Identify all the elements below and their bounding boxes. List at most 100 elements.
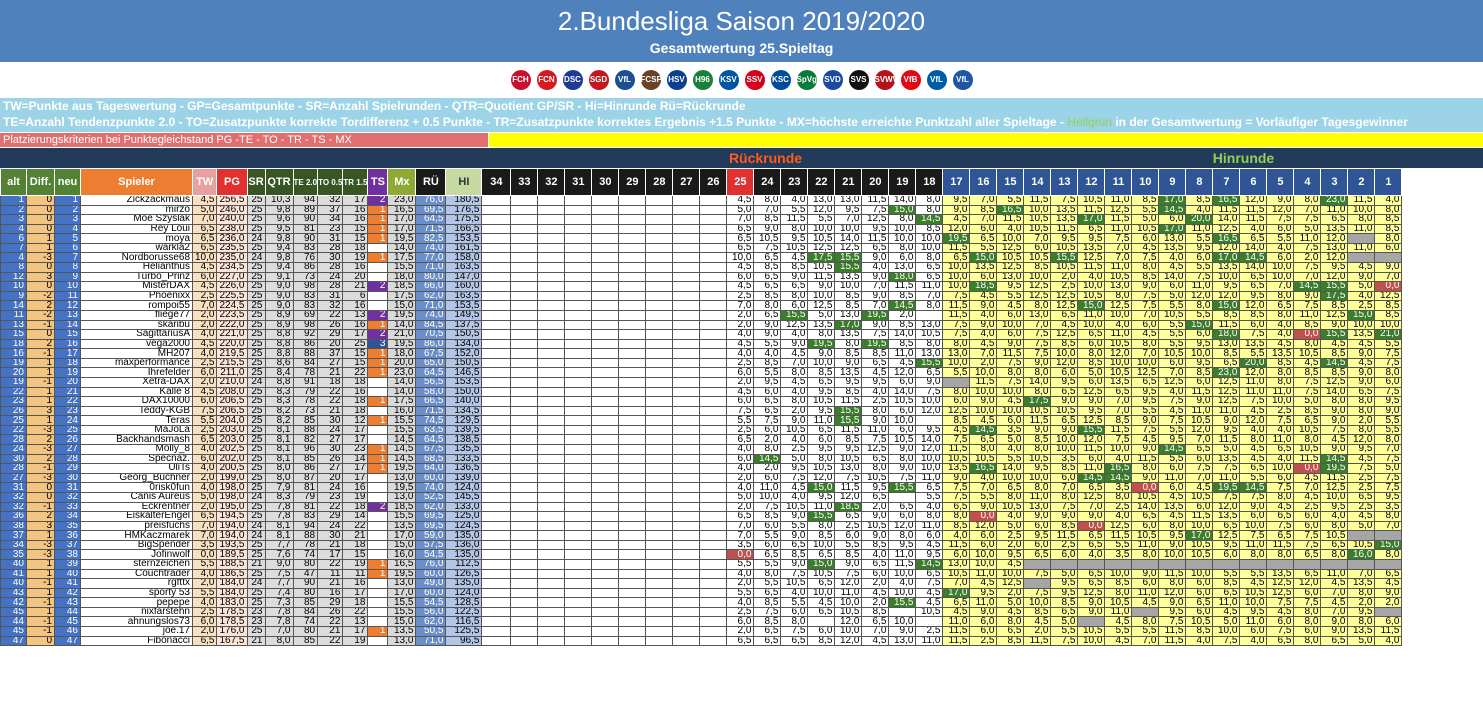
header-ts[interactable]: TS (367, 168, 389, 196)
table-row[interactable]: 2 0 2 mirzo 5,0 246,0 25 9,8 89 37 16 1 16,5 69,5 176,… (0, 204, 1403, 216)
header-tw[interactable]: TW (191, 168, 218, 196)
table-row[interactable]: 9 -2 11 Phoenixx 2,5 225,5 25 9,0 83 31 6 17,5 62,0 1… (0, 290, 1403, 302)
table-row[interactable]: 7 1 6 warkla2 6,5 235,5 25 9,4 83 28 18 14,0 74,0 161… (0, 242, 1403, 254)
cell-te-2-0: 90 (292, 214, 319, 225)
table-row[interactable]: 28 -1 29 UliTs 4,0 200,5 25 8,0 86 27 17 1 19,5 64,0 1… (0, 463, 1403, 474)
header-matchday-7[interactable]: 7 (1212, 168, 1241, 196)
table-row[interactable]: 3 0 3 Moe Szyslak 7,0 240,0 25 9,6 90 34 16 1 17,0 64… (0, 214, 1403, 225)
header-rü[interactable]: RÜ (415, 168, 447, 196)
header-qtr[interactable]: QTR (264, 168, 294, 196)
header-matchday-4[interactable]: 4 (1293, 168, 1322, 196)
header-matchday-6[interactable]: 6 (1239, 168, 1268, 196)
table-row[interactable]: 23 1 22 DAX10000 6,0 206,5 25 8,3 78 22 18 1 17,5 66,… (0, 396, 1403, 407)
table-row[interactable]: 31 0 31 0risk0fun 4,0 198,0 25 7,9 81 24 16 19,5 74,… (0, 482, 1403, 493)
header-matchday-17[interactable]: 17 (942, 168, 971, 196)
header-matchday-20[interactable]: 20 (861, 168, 890, 196)
table-row[interactable]: 20 1 19 Ihrefelder 6,0 211,0 25 8,4 78 21 22 1 23,0 6… (0, 367, 1403, 378)
header-matchday-31[interactable]: 31 (564, 168, 593, 196)
table-row[interactable]: 13 -1 14 skaribu 2,0 222,0 25 8,9 98 26 16 1 14,0 84,… (0, 319, 1403, 331)
header-mx[interactable]: Mx (387, 168, 417, 196)
header-matchday-26[interactable]: 26 (699, 168, 728, 196)
header-diff-[interactable]: Diff. (26, 168, 55, 196)
header-matchday-32[interactable]: 32 (537, 168, 566, 196)
header-matchday-21[interactable]: 21 (834, 168, 863, 196)
table-row[interactable]: 26 3 23 Teddy-KGB 7,5 206,5 25 8,2 73 21 18 16,0 71,… (0, 405, 1403, 417)
table-row[interactable]: 8 0 8 Helianthus 4,5 234,5 25 9,4 86 28 16 15,5 71,0… (0, 262, 1403, 273)
header-to-0-5[interactable]: TO 0.5 (317, 168, 344, 196)
header-matchday-23[interactable]: 23 (780, 168, 809, 196)
header-matchday-25[interactable]: 25 (726, 168, 755, 196)
table-row[interactable]: 41 1 40 Couchtrader 4,0 186,5 25 7,5 47 11 11 1 19,5… (0, 568, 1403, 580)
table-row[interactable]: 11 -2 13 fliege77 2,0 223,5 25 8,9 69 22 13 2 19,5 74… (0, 309, 1403, 321)
table-row[interactable]: 10 0 10 MisterDAX 4,5 226,0 25 9,0 98 28 21 2 18,5 66… (0, 281, 1403, 292)
cell-matchday-1 (1374, 558, 1403, 570)
table-row[interactable]: 38 3 35 preisfuchs 7,0 194,0 24 8,1 94 24 22 13,5 69… (0, 520, 1403, 532)
table-row[interactable]: 19 -1 20 Xetra-DAX 2,0 210,0 24 8,8 91 18 18 14,0 56… (0, 377, 1403, 388)
table-row[interactable]: 18 2 16 vega2000 4,5 220,0 25 8,8 86 20 25 3 19,5 86,… (0, 338, 1403, 350)
header-matchday-18[interactable]: 18 (915, 168, 944, 196)
header-matchday-5[interactable]: 5 (1266, 168, 1295, 196)
table-row[interactable]: 45 1 44 nixfärstehn 2,5 178,5 23 7,8 84 26 22 15,5 5… (0, 606, 1403, 618)
header-matchday-1[interactable]: 1 (1374, 168, 1403, 196)
header-matchday-33[interactable]: 33 (510, 168, 539, 196)
header-matchday-24[interactable]: 24 (753, 168, 782, 196)
header-matchday-2[interactable]: 2 (1347, 168, 1376, 196)
header-matchday-11[interactable]: 11 (1104, 168, 1133, 196)
table-row[interactable]: 43 1 42 sporty 53 5,5 184,0 25 7,4 80 16 17 17,0 60,… (0, 587, 1403, 599)
table-row[interactable]: 42 -1 43 pepepe 4,0 183,0 25 7,3 85 29 18 15,5 54,5 1… (0, 597, 1403, 608)
header-matchday-15[interactable]: 15 (996, 168, 1025, 196)
table-row[interactable]: 1 0 1 Zickzackmaus 4,5 256,5 25 10,3 94 32 17 2 23,0… (0, 195, 1403, 206)
table-row[interactable]: 47 0 47 Fibonacci 6,5 167,5 21 8,0 85 22 19 13,0 71,… (0, 635, 1403, 647)
header-matchday-34[interactable]: 34 (481, 168, 512, 196)
table-row[interactable]: 32 -1 33 Eckrentner 2,0 195,0 25 7,8 81 22 18 2 18,5… (0, 501, 1403, 513)
header-tr-1-5[interactable]: TR 1.5 (342, 168, 369, 196)
table-row[interactable]: 36 2 34 EiskalterEngel 6,5 194,5 25 7,8 83 29 14 15… (0, 511, 1403, 522)
header-matchday-14[interactable]: 14 (1023, 168, 1052, 196)
header-matchday-12[interactable]: 12 (1077, 168, 1106, 196)
table-row[interactable]: 34 -3 37 BigSpender 3,5 193,5 25 7,7 78 21 18 15,0 5… (0, 539, 1403, 551)
header-matchday-28[interactable]: 28 (645, 168, 674, 196)
table-row[interactable]: 32 0 32 Canis Aureus 5,0 198,0 24 8,3 79 23 19 13,0… (0, 491, 1403, 503)
header-matchday-22[interactable]: 22 (807, 168, 836, 196)
table-row[interactable]: 22 -3 25 MaJoLa 2,5 203,0 25 8,1 88 24 17 15,5 63,5 1… (0, 424, 1403, 436)
header-matchday-19[interactable]: 19 (888, 168, 917, 196)
cell-matchday-14: 9,0 (1023, 511, 1052, 522)
table-row[interactable]: 40 -1 41 rgfttx 2,0 184,0 24 7,7 90 21 16 13,0 49,0 1… (0, 578, 1403, 589)
table-row[interactable]: 19 1 18 maxperformance 2,5 215,5 25 8,6 84 27 15 1 2… (0, 357, 1403, 369)
header-matchday-9[interactable]: 9 (1158, 168, 1187, 196)
table-row[interactable]: 27 -3 30 Georg_Büchner 2,0 199,0 25 8,0 87 20 17 13… (0, 472, 1403, 484)
table-row[interactable]: 6 1 5 moya 6,5 236,0 24 9,8 90 31 15 1 19,5 82,5 153,5… (0, 233, 1403, 244)
table-row[interactable]: 4 0 4 Rey Loui 6,5 238,0 25 9,5 81 23 15 1 17,0 71,5 1… (0, 223, 1403, 235)
header-matchday-27[interactable]: 27 (672, 168, 701, 196)
cell-matchday-8: 5,5 (1185, 262, 1214, 273)
header-alt[interactable]: alt (0, 168, 27, 196)
table-row[interactable]: 16 -1 17 MH207 4,0 219,5 25 8,8 88 37 15 1 18,0 67,5 1… (0, 348, 1403, 359)
header-matchday-8[interactable]: 8 (1185, 168, 1214, 196)
table-row[interactable]: 24 -3 27 Molly_8 4,0 202,5 25 8,1 96 30 23 1 14,5 67,… (0, 444, 1403, 455)
table-row[interactable]: 22 1 21 Kalle 8 4,5 208,0 25 8,3 79 22 16 14,0 58,0 1… (0, 386, 1403, 398)
header-matchday-10[interactable]: 10 (1131, 168, 1160, 196)
table-row[interactable]: 15 0 15 SagittariusA 4,0 221,0 25 8,8 92 29 17 2 21,… (0, 329, 1403, 340)
header-sr[interactable]: SR (246, 168, 266, 196)
header-te-2-0[interactable]: TE 2.0 (292, 168, 319, 196)
table-row[interactable]: 14 2 12 rompoi55 7,0 224,5 25 9,0 83 32 16 15,0 71,0… (0, 300, 1403, 311)
table-row[interactable]: 12 3 9 Turbo_Prinz 6,0 227,0 25 9,1 73 24 20 18,0 80… (0, 271, 1403, 283)
table-row[interactable]: 28 2 26 Backhandsmash 6,5 203,0 25 8,1 82 27 17 14,… (0, 434, 1403, 446)
table-row[interactable]: 44 -1 45 ahnungslos73 6,0 178,5 23 7,8 74 22 13 15,… (0, 616, 1403, 627)
table-row[interactable]: 30 2 28 Specnaz. 6,0 202,0 25 8,1 85 26 14 1 14,5 68,… (0, 453, 1403, 465)
table-row[interactable]: 45 -1 46 joe.17 2,0 176,0 25 7,0 80 21 17 1 13,5 50,5… (0, 626, 1403, 637)
header-spieler[interactable]: Spieler (80, 168, 193, 196)
table-row[interactable]: 35 -3 38 Jofinwolf 0,0 189,5 25 7,6 74 17 15 16,0 54… (0, 549, 1403, 560)
header-matchday-29[interactable]: 29 (618, 168, 647, 196)
table-row[interactable]: 25 1 24 Teras 5,5 204,0 25 8,2 85 30 12 1 15,5 74,5 12… (0, 415, 1403, 426)
header-matchday-16[interactable]: 16 (969, 168, 998, 196)
table-row[interactable]: 40 1 39 sternzeichen 5,5 188,5 21 9,0 80 22 19 1 16,… (0, 558, 1403, 570)
header-neu[interactable]: neu (54, 168, 81, 196)
header-matchday-3[interactable]: 3 (1320, 168, 1349, 196)
header-matchday-13[interactable]: 13 (1050, 168, 1079, 196)
header-matchday-30[interactable]: 30 (591, 168, 620, 196)
table-row[interactable]: 4 -3 7 Nordborusse68 10,0 235,0 24 9,8 76 30 19 1 17… (0, 252, 1403, 264)
header-hi[interactable]: HI (445, 168, 483, 196)
header-pg[interactable]: PG (216, 168, 248, 196)
table-row[interactable]: 37 1 36 HMKaczmarek 7,0 194,0 24 8,1 88 30 21 17,0 5… (0, 530, 1403, 541)
